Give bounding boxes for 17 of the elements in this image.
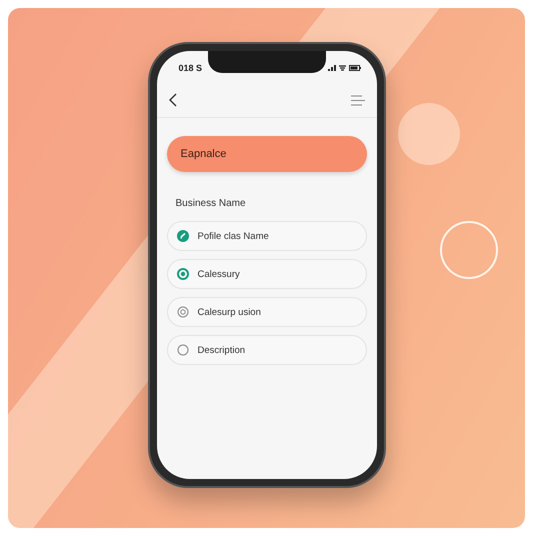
wifi-icon <box>338 65 346 71</box>
battery-icon <box>348 65 360 71</box>
status-icon <box>176 268 188 280</box>
section-label: Business Name <box>176 198 247 209</box>
status-icon <box>176 306 188 318</box>
primary-button[interactable]: Eapnalce <box>166 136 366 172</box>
step-item[interactable]: Description <box>166 335 366 365</box>
back-icon[interactable] <box>168 93 176 107</box>
signal-icon <box>328 65 336 71</box>
status-icon <box>176 344 188 356</box>
menu-icon[interactable] <box>350 94 364 106</box>
status-time: 018 S <box>178 63 202 73</box>
status-icon <box>176 230 188 242</box>
step-item[interactable]: Calessury <box>166 259 366 289</box>
step-item[interactable]: Pofile clas Name <box>166 221 366 251</box>
ring-shape <box>440 221 498 279</box>
step-item[interactable]: Calesurp usion <box>166 297 366 327</box>
